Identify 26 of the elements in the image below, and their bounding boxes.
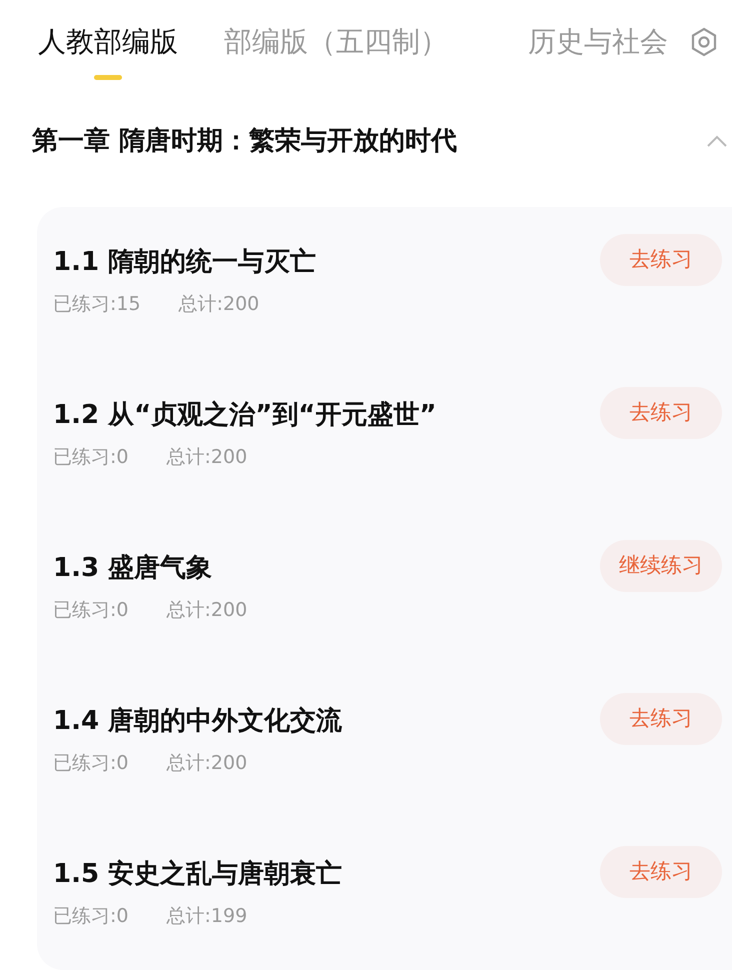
practiced-count: 已练习:0 [53, 904, 128, 929]
practice-button[interactable]: 去练习 [600, 387, 722, 439]
total-count: 总计:200 [166, 445, 248, 470]
total-count: 总计:200 [166, 598, 248, 623]
total-count: 总计:199 [166, 904, 248, 929]
practiced-count: 已练习:0 [53, 598, 128, 623]
tab[interactable]: 人教部编版 [38, 18, 178, 84]
total-count: 总计:200 [178, 292, 260, 317]
tab[interactable]: 部编版（五四制） [224, 18, 448, 84]
tab[interactable]: 历史与社会 [528, 18, 668, 84]
settings-icon[interactable] [690, 27, 718, 57]
practice-button[interactable]: 去练习 [600, 846, 722, 898]
chapter-title: 第一章 隋唐时期：繁荣与开放的时代 [32, 125, 458, 158]
practiced-count: 已练习:0 [53, 445, 128, 470]
practice-button[interactable]: 继续练习 [600, 540, 722, 592]
practice-button[interactable]: 去练习 [600, 234, 722, 286]
practice-button[interactable]: 去练习 [600, 693, 722, 745]
practiced-count: 已练习:15 [53, 292, 141, 317]
lesson-title: 1.4 唐朝的中外文化交流 [53, 705, 342, 738]
collapse-icon[interactable] [706, 134, 728, 148]
lesson-title: 1.2 从“贞观之治”到“开元盛世” [53, 399, 436, 432]
lesson-title: 1.1 隋朝的统一与灭亡 [53, 246, 316, 279]
total-count: 总计:200 [166, 751, 248, 776]
practiced-count: 已练习:0 [53, 751, 128, 776]
lesson-title: 1.5 安史之乱与唐朝衰亡 [53, 858, 342, 891]
lesson-title: 1.3 盛唐气象 [53, 552, 214, 585]
